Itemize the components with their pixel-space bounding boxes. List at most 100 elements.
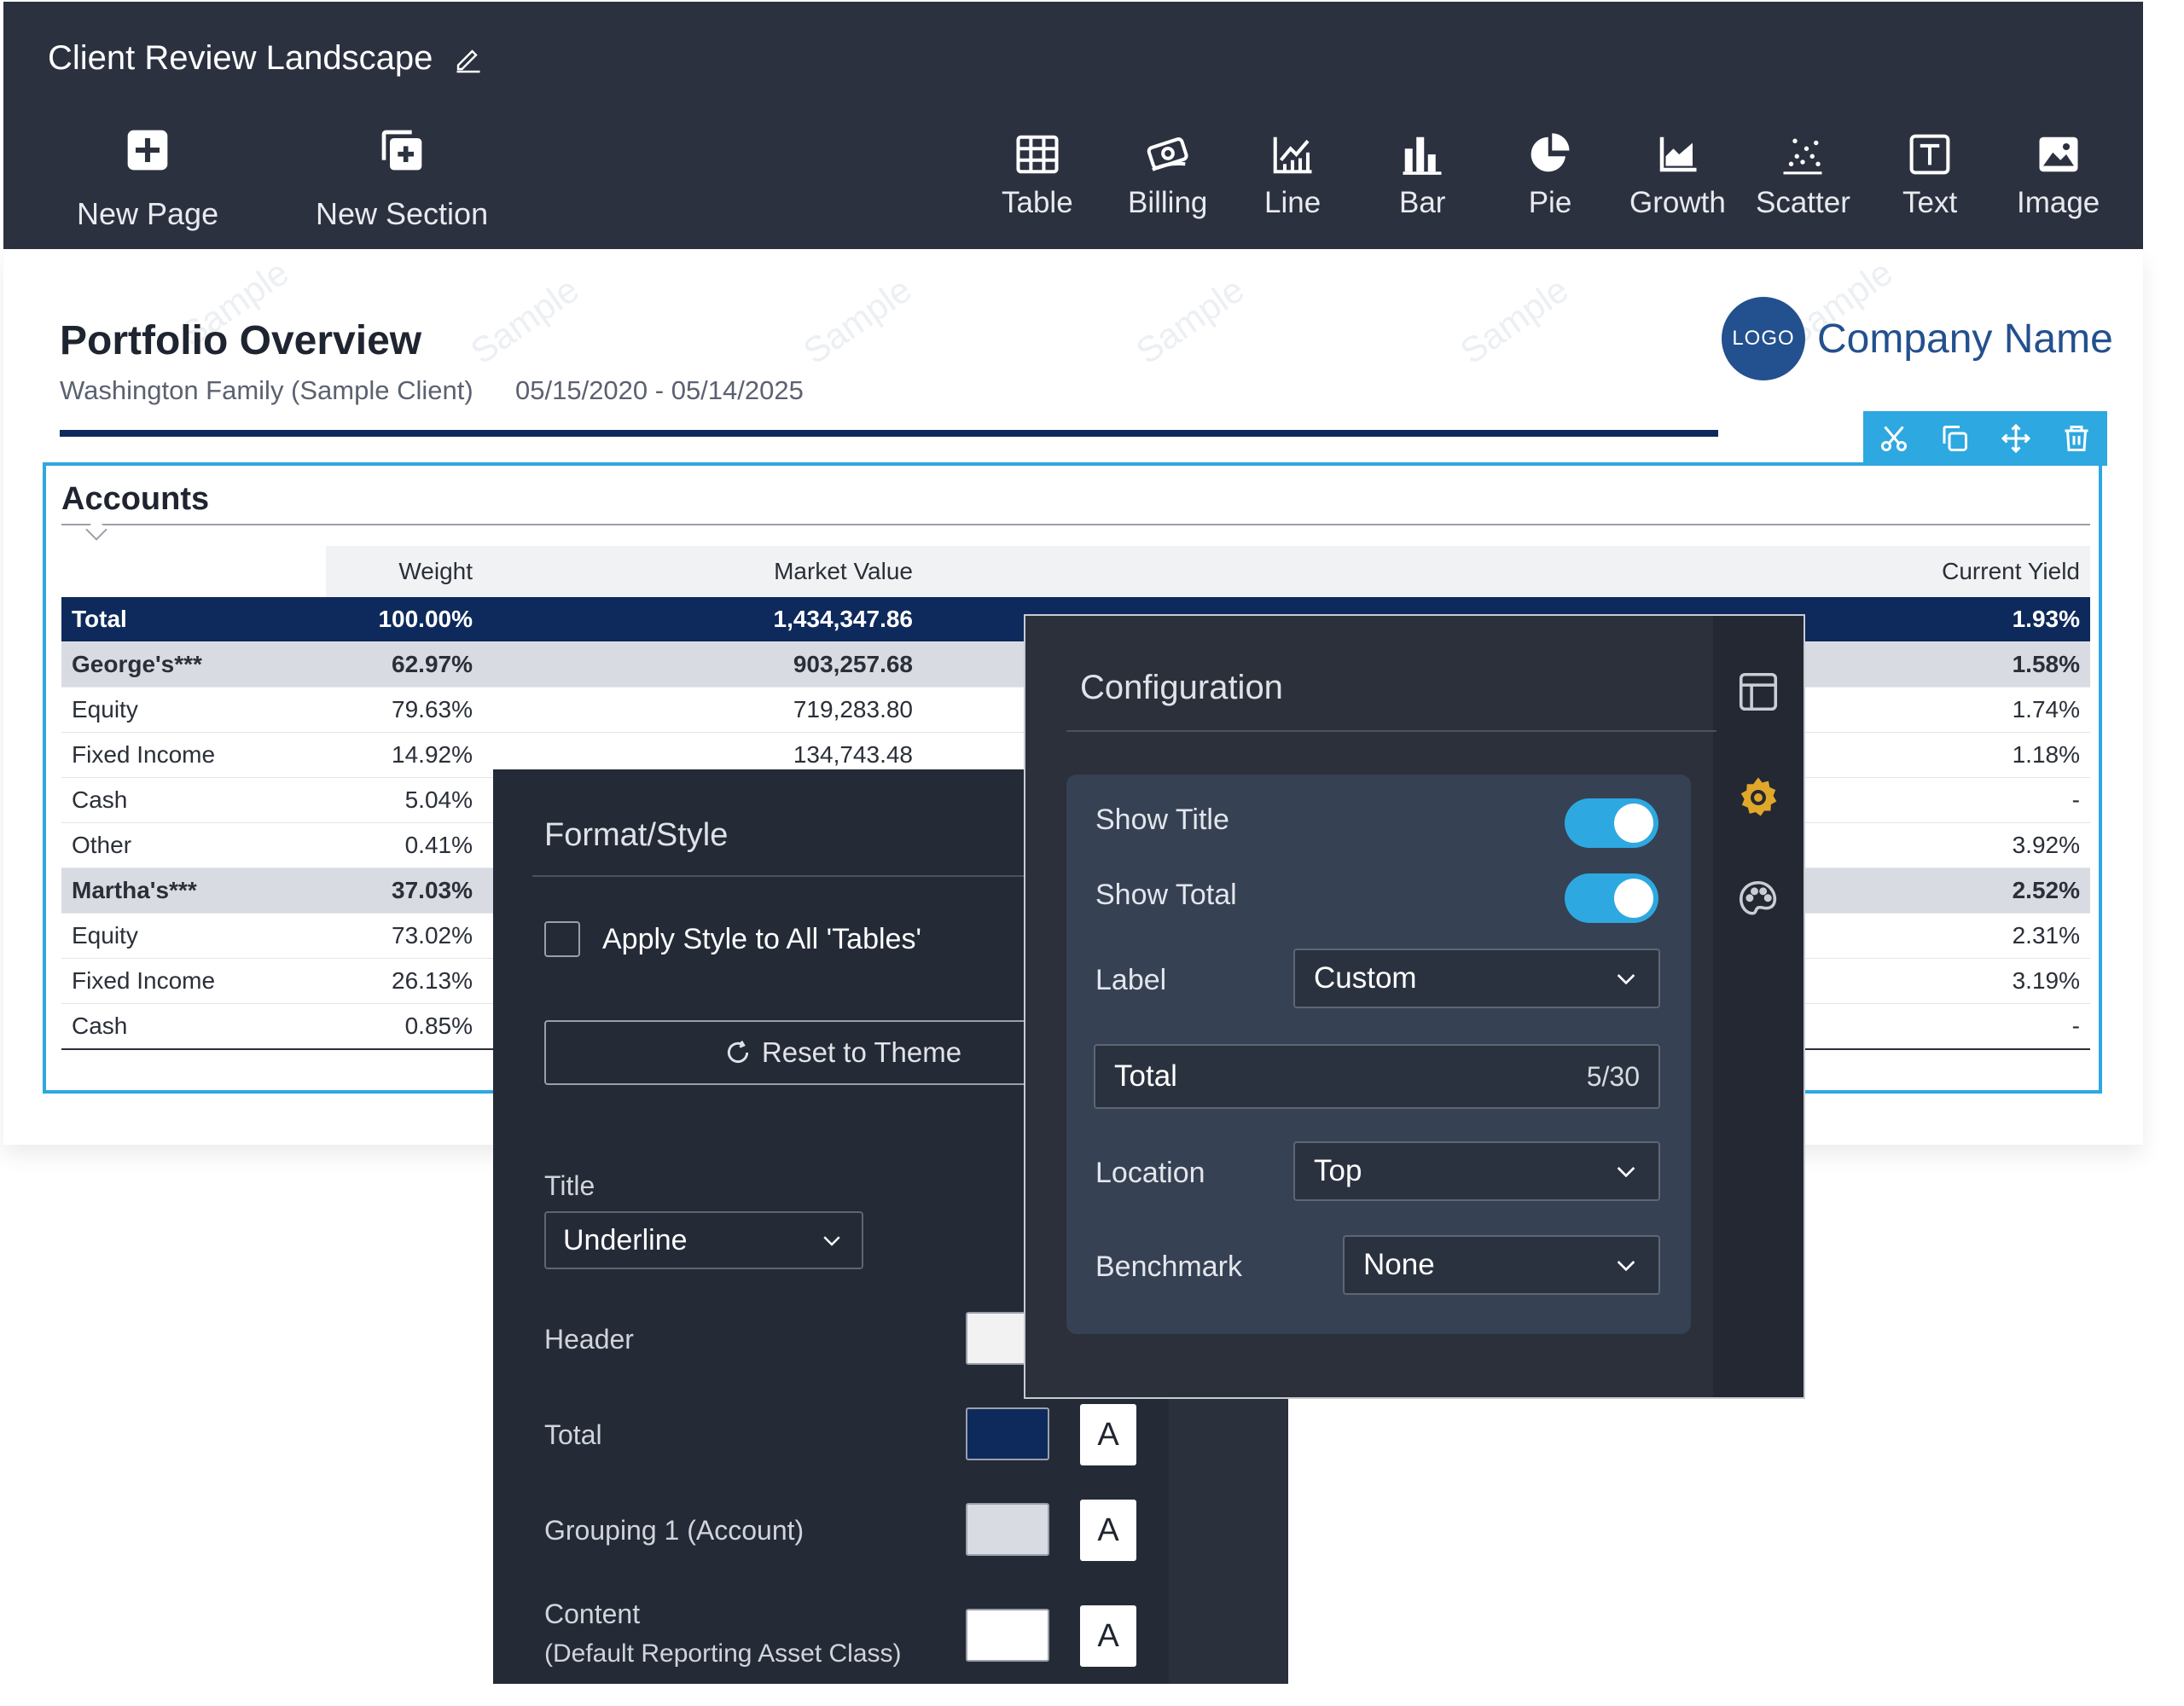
cell-name: Cash bbox=[61, 777, 326, 823]
tool-line[interactable]: Line bbox=[1264, 131, 1321, 220]
chevron-down-icon bbox=[1617, 1167, 1635, 1178]
cell-weight: 37.03% bbox=[326, 868, 483, 914]
table-header-row: Weight Market Value Current Yield bbox=[61, 546, 2090, 597]
duplicate-icon[interactable] bbox=[1939, 423, 1970, 454]
show-title-label: Show Title bbox=[1095, 804, 1229, 836]
grouping-font-button[interactable]: A bbox=[1080, 1500, 1136, 1561]
cell-weight: 100.00% bbox=[326, 597, 483, 642]
report-title[interactable]: Portfolio Overview bbox=[60, 317, 421, 364]
show-total-toggle[interactable] bbox=[1565, 873, 1658, 923]
show-title-toggle[interactable] bbox=[1565, 798, 1658, 848]
cut-icon[interactable] bbox=[1879, 423, 1909, 454]
tool-text[interactable]: Text bbox=[1902, 131, 1957, 220]
scatter-chart-icon bbox=[1783, 138, 1822, 175]
total-color-swatch[interactable] bbox=[966, 1407, 1049, 1460]
tool-bar[interactable]: Bar bbox=[1399, 131, 1445, 220]
move-icon[interactable] bbox=[2001, 423, 2031, 454]
title-style-label: Title bbox=[544, 1170, 595, 1201]
tool-image-label: Image bbox=[2017, 186, 2100, 219]
document-title-text: Client Review Landscape bbox=[48, 39, 433, 77]
panel-tab-rail bbox=[1713, 616, 1804, 1397]
edit-pencil-icon[interactable] bbox=[453, 44, 484, 74]
tool-table[interactable]: Table bbox=[1002, 131, 1073, 220]
header-color-label: Header bbox=[544, 1324, 634, 1355]
chevron-down-icon bbox=[1617, 974, 1635, 985]
label-select[interactable]: Custom bbox=[1293, 949, 1660, 1008]
cell-weight: 26.13% bbox=[326, 958, 483, 1004]
company-name: Company Name bbox=[1817, 316, 2113, 362]
tool-pie[interactable]: Pie bbox=[1527, 131, 1573, 220]
tool-scatter[interactable]: Scatter bbox=[1756, 131, 1850, 220]
document-title[interactable]: Client Review Landscape bbox=[48, 39, 484, 78]
title-divider bbox=[60, 430, 1718, 437]
billing-icon bbox=[1147, 137, 1188, 171]
tool-table-label: Table bbox=[1002, 186, 1073, 219]
column-header-market-value: Market Value bbox=[483, 546, 923, 597]
accounts-title: Accounts bbox=[61, 481, 210, 517]
content-color-sublabel: (Default Reporting Asset Class) bbox=[544, 1639, 902, 1668]
trash-icon[interactable] bbox=[2061, 423, 2092, 454]
date-range: 05/15/2020 - 05/14/2025 bbox=[515, 375, 804, 405]
cell-name: Martha's*** bbox=[61, 868, 326, 914]
tool-billing[interactable]: Billing bbox=[1128, 131, 1207, 220]
line-chart-icon bbox=[1273, 136, 1312, 174]
new-page-button[interactable]: New Page bbox=[77, 126, 218, 232]
cell-market-value: 1,434,347.86 bbox=[483, 597, 923, 642]
cell-market-value: 903,257.68 bbox=[483, 641, 923, 688]
watermark: Sample bbox=[1453, 269, 1576, 372]
new-section-label: New Section bbox=[316, 196, 489, 231]
tool-billing-label: Billing bbox=[1128, 186, 1208, 219]
cell-weight: 0.85% bbox=[326, 1003, 483, 1050]
layout-icon[interactable] bbox=[1735, 669, 1781, 715]
refresh-icon bbox=[727, 1040, 749, 1064]
cell-weight: 14.92% bbox=[326, 732, 483, 778]
label-field-label: Label bbox=[1095, 964, 1167, 996]
show-total-label: Show Total bbox=[1095, 879, 1237, 911]
apply-style-all-option[interactable]: Apply Style to All 'Tables' bbox=[544, 921, 921, 957]
character-count: 5/30 bbox=[1586, 1060, 1640, 1092]
company-logo: LOGO bbox=[1722, 297, 1805, 380]
watermark: Sample bbox=[463, 269, 586, 372]
benchmark-select[interactable]: None bbox=[1343, 1235, 1660, 1295]
tool-image[interactable]: Image bbox=[2017, 131, 2100, 220]
cell-weight: 0.41% bbox=[326, 822, 483, 868]
palette-icon[interactable] bbox=[1735, 877, 1781, 923]
new-page-label: New Page bbox=[77, 196, 219, 231]
toggle-knob bbox=[1614, 804, 1653, 843]
bar-chart-icon bbox=[1403, 136, 1442, 175]
client-name: Washington Family (Sample Client) bbox=[60, 375, 473, 405]
cell-weight: 5.04% bbox=[326, 777, 483, 823]
content-color-swatch[interactable] bbox=[966, 1609, 1049, 1662]
configuration-title: Configuration bbox=[1080, 669, 1283, 706]
table-icon bbox=[1016, 135, 1059, 174]
tool-bar-label: Bar bbox=[1399, 186, 1446, 219]
title-style-select[interactable]: Underline bbox=[544, 1211, 863, 1269]
cell-name: Equity bbox=[61, 913, 326, 959]
column-header-name bbox=[61, 546, 326, 597]
benchmark-label: Benchmark bbox=[1095, 1250, 1242, 1283]
cell-name: Fixed Income bbox=[61, 732, 326, 778]
image-icon bbox=[2039, 136, 2078, 172]
location-label: Location bbox=[1095, 1157, 1205, 1189]
tool-growth[interactable]: Growth bbox=[1629, 131, 1726, 220]
add-section-icon bbox=[381, 130, 422, 171]
label-select-value: Custom bbox=[1314, 961, 1417, 995]
total-font-button[interactable]: A bbox=[1080, 1404, 1136, 1465]
column-header-weight: Weight bbox=[326, 546, 483, 597]
location-select[interactable]: Top bbox=[1293, 1141, 1660, 1201]
plus-square-icon bbox=[127, 130, 168, 171]
apply-style-all-checkbox[interactable] bbox=[544, 921, 580, 957]
total-label-input[interactable]: Total 5/30 bbox=[1094, 1044, 1660, 1109]
gear-icon[interactable] bbox=[1735, 775, 1781, 821]
location-select-value: Top bbox=[1314, 1154, 1362, 1187]
grouping-color-swatch[interactable] bbox=[966, 1503, 1049, 1556]
new-section-button[interactable]: New Section bbox=[316, 126, 488, 232]
cell-name: Total bbox=[61, 597, 326, 642]
apply-style-all-label: Apply Style to All 'Tables' bbox=[602, 922, 921, 955]
watermark: Sample bbox=[796, 269, 919, 372]
content-font-button[interactable]: A bbox=[1080, 1605, 1136, 1667]
editor-toolbar: Client Review Landscape New Page New Sec… bbox=[3, 2, 2143, 249]
cell-market-value: 719,283.80 bbox=[483, 687, 923, 733]
column-header-current-yield: Current Yield bbox=[923, 546, 2090, 597]
content-color-label: Content bbox=[544, 1599, 641, 1629]
